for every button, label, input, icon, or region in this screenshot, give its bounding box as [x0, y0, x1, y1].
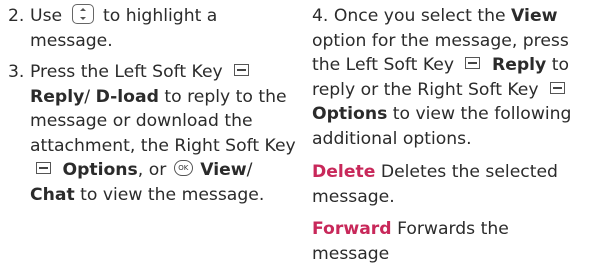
step-text: Use: [30, 6, 63, 26]
step-number: 3.: [8, 62, 25, 82]
left-soft-key-icon: [465, 57, 481, 69]
reply-label: Reply: [30, 86, 85, 107]
definition-term: Delete: [312, 162, 376, 182]
ok-key-icon: OK: [173, 160, 193, 176]
options-label: Options: [62, 160, 138, 180]
step-text: Press the Left Soft Key: [30, 62, 223, 82]
definition-delete: Delete Deletes the selected message.: [312, 160, 589, 209]
view-label: View: [200, 160, 247, 180]
navigation-key-icon: [71, 4, 94, 24]
step-number: 2.: [8, 6, 25, 26]
step-3: 3. Press the Left Soft Key Reply/ D-load…: [8, 60, 302, 207]
slash-text: /: [246, 160, 253, 180]
step-number: 4.: [312, 6, 329, 26]
chat-label: Chat: [30, 184, 75, 205]
left-soft-key-icon: [234, 64, 250, 76]
dload-label: D-load: [95, 86, 159, 107]
step-text: , or: [137, 160, 167, 180]
reply-label: Reply: [491, 55, 547, 75]
options-definitions: Delete Deletes the selected message. For…: [312, 160, 589, 266]
right-column: 4. Once you select the View option for t…: [312, 4, 589, 266]
step-4: 4. Once you select the View option for t…: [312, 4, 589, 151]
definition-term: Forward: [312, 219, 392, 239]
step-text: to view the message.: [80, 184, 265, 205]
step-text: Once you select the: [333, 6, 506, 26]
options-label: Options: [312, 104, 388, 124]
right-soft-key-icon: [550, 81, 566, 94]
slash-text: /: [84, 86, 91, 107]
right-soft-key-icon: [36, 162, 51, 174]
view-label: View: [511, 6, 558, 26]
left-column: 2. Use to highlight a message. 3. Press …: [8, 4, 302, 207]
step-2: 2. Use to highlight a message.: [8, 4, 302, 53]
